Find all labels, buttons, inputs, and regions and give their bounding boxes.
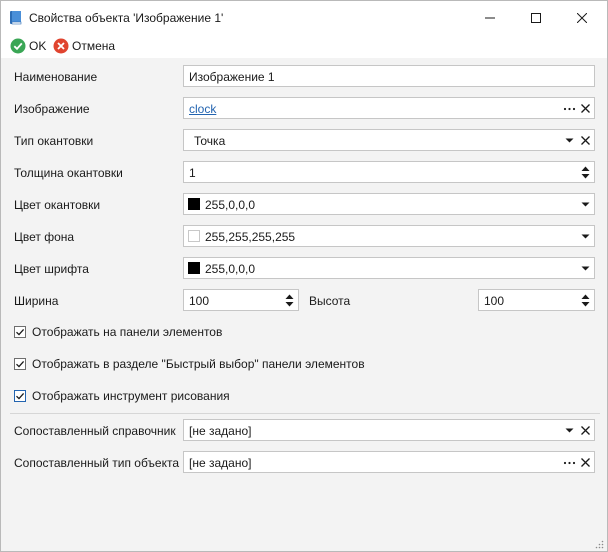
height-stepper[interactable]: 100	[478, 289, 595, 311]
image-link[interactable]: clock	[189, 102, 216, 116]
border-width-stepper[interactable]: 1	[183, 161, 595, 183]
cancel-circle-icon	[53, 38, 69, 54]
chevron-down-icon[interactable]	[579, 198, 592, 211]
height-value: 100	[484, 294, 505, 308]
ellipsis-icon[interactable]	[563, 456, 576, 469]
mapped-directory-select[interactable]: [не задано]	[183, 419, 595, 441]
clear-icon[interactable]	[579, 456, 592, 469]
close-icon	[577, 12, 587, 23]
border-width-value: 1	[189, 166, 196, 180]
border-width-label: Толщина окантовки	[14, 166, 123, 180]
checkmark-icon	[16, 328, 25, 336]
border-type-select[interactable]: Точка	[183, 129, 595, 151]
checkmark-icon	[16, 392, 25, 400]
font-color-select[interactable]: 255,0,0,0	[183, 257, 595, 279]
width-label: Ширина	[14, 294, 59, 308]
ok-button[interactable]: OK	[10, 38, 46, 54]
name-value: Изображение 1	[189, 70, 275, 84]
properties-dialog: Свойства объекта 'Изображение 1' OK Отме…	[0, 0, 608, 552]
show-in-quick-select-checkbox[interactable]: Отображать в разделе "Быстрый выбор" пан…	[14, 356, 365, 372]
width-stepper[interactable]: 100	[183, 289, 299, 311]
background-color-value: 255,255,255,255	[205, 230, 296, 244]
resize-grip-icon[interactable]	[594, 538, 604, 549]
mapped-object-type-label: Сопоставленный тип объекта	[14, 456, 180, 470]
checkbox-box[interactable]	[14, 326, 26, 338]
window-title: Свойства объекта 'Изображение 1'	[29, 11, 224, 25]
color-swatch	[188, 262, 200, 274]
close-window-button[interactable]	[559, 1, 605, 34]
cancel-button[interactable]: Отмена	[53, 38, 115, 54]
spin-arrows-icon[interactable]	[284, 291, 295, 310]
section-divider	[10, 413, 600, 414]
title-bar[interactable]: Свойства объекта 'Изображение 1'	[1, 1, 607, 34]
color-swatch	[188, 230, 200, 242]
checkmark-icon	[16, 360, 25, 368]
mapped-object-type-field[interactable]: [не задано]	[183, 451, 595, 473]
chevron-down-icon[interactable]	[579, 230, 592, 243]
mapped-directory-value: [не задано]	[189, 424, 252, 438]
check-circle-icon	[10, 38, 26, 54]
border-type-label: Тип окантовки	[14, 134, 94, 148]
checkbox-box[interactable]	[14, 358, 26, 370]
font-color-label: Цвет шрифта	[14, 262, 89, 276]
width-value: 100	[189, 294, 210, 308]
chevron-down-icon[interactable]	[579, 262, 592, 275]
checkbox-box[interactable]	[14, 390, 26, 402]
book-icon	[9, 10, 23, 25]
border-color-label: Цвет окантовки	[14, 198, 101, 212]
show-in-toolbox-checkbox[interactable]: Отображать на панели элементов	[14, 324, 222, 340]
height-label: Высота	[309, 294, 351, 308]
show-drawing-tool-checkbox[interactable]: Отображать инструмент рисования	[14, 388, 230, 404]
checkbox-label: Отображать в разделе "Быстрый выбор" пан…	[32, 357, 365, 371]
clear-icon[interactable]	[579, 134, 592, 147]
border-type-value: Точка	[194, 134, 226, 148]
spin-arrows-icon[interactable]	[580, 291, 591, 310]
image-label: Изображение	[14, 102, 90, 116]
maximize-button[interactable]	[513, 1, 559, 34]
clear-icon[interactable]	[579, 102, 592, 115]
checkbox-label: Отображать на панели элементов	[32, 325, 223, 339]
image-field[interactable]: clock	[183, 97, 595, 119]
border-color-value: 255,0,0,0	[205, 198, 256, 212]
clear-icon[interactable]	[579, 424, 592, 437]
mapped-directory-label: Сопоставленный справочник	[14, 424, 176, 438]
border-color-select[interactable]: 255,0,0,0	[183, 193, 595, 215]
name-label: Наименование	[14, 70, 98, 84]
maximize-icon	[531, 12, 541, 23]
chevron-down-icon[interactable]	[563, 424, 576, 437]
background-color-label: Цвет фона	[14, 230, 75, 244]
ellipsis-icon[interactable]	[563, 102, 576, 115]
minimize-button[interactable]	[467, 1, 513, 34]
background-color-select[interactable]: 255,255,255,255	[183, 225, 595, 247]
ok-label: OK	[29, 39, 47, 53]
mapped-object-type-value: [не задано]	[189, 456, 252, 470]
color-swatch	[188, 198, 200, 210]
spin-arrows-icon[interactable]	[580, 163, 591, 182]
cancel-label: Отмена	[72, 39, 116, 53]
name-input[interactable]: Изображение 1	[183, 65, 595, 87]
toolbar: OK Отмена	[1, 34, 607, 58]
checkbox-label: Отображать инструмент рисования	[32, 389, 230, 403]
font-color-value: 255,0,0,0	[205, 262, 256, 276]
chevron-down-icon[interactable]	[563, 134, 576, 147]
minimize-icon	[485, 17, 495, 18]
